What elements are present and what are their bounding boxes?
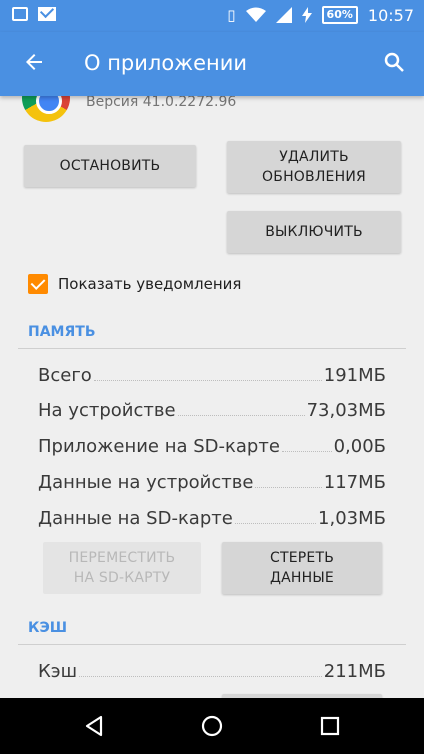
back-triangle-icon[interactable]: [82, 714, 106, 738]
app-header: Версия 41.0.2272.96: [0, 96, 424, 122]
clear-data-button[interactable]: СТЕРЕТЬ ДАННЫЕ: [222, 542, 382, 594]
cache-divider: [18, 644, 406, 645]
home-circle-icon[interactable]: [200, 714, 224, 738]
row-value: 117МБ: [323, 472, 386, 493]
row-value: 1,03МБ: [318, 508, 386, 529]
row-label: Всего: [38, 365, 92, 386]
app-bar: О приложении: [0, 32, 424, 96]
page-title: О приложении: [84, 51, 248, 75]
app-logo-icon: [22, 96, 70, 122]
show-notifications-row[interactable]: Показать уведомления: [28, 274, 241, 294]
vibrate-icon: ▯: [227, 6, 236, 24]
memory-section-header: ПАМЯТЬ: [28, 324, 96, 340]
signal-icon: [275, 7, 292, 23]
row-value: 73,03МБ: [306, 400, 386, 421]
cache-row-total: Кэш 211МБ: [38, 658, 386, 682]
charging-icon: [301, 7, 312, 23]
battery-indicator: 60%: [321, 6, 358, 24]
cache-section-header: КЭШ: [28, 620, 68, 636]
memory-row-total: Всего 191МБ: [38, 362, 386, 386]
wifi-icon: [245, 7, 266, 22]
show-notifications-label: Показать уведомления: [58, 275, 242, 293]
row-label: На устройстве: [38, 400, 176, 421]
memory-row-app-on-sd: Приложение на SD-карте 0,00Б: [38, 433, 386, 457]
back-arrow-icon[interactable]: [22, 50, 46, 74]
navigation-bar: [0, 698, 424, 754]
stop-button[interactable]: ОСТАНОВИТЬ: [24, 145, 196, 187]
row-value: 0,00Б: [333, 436, 386, 457]
image-icon: [12, 7, 28, 21]
search-icon[interactable]: [382, 50, 406, 74]
app-version: Версия 41.0.2272.96: [86, 96, 237, 110]
memory-row-data-on-sd: Данные на SD-карте 1,03МБ: [38, 505, 386, 529]
row-value: 191МБ: [323, 365, 386, 386]
app-info-content[interactable]: Версия 41.0.2272.96 ОСТАНОВИТЬ УДАЛИТЬ О…: [0, 96, 424, 698]
mail-icon: [38, 7, 56, 21]
row-label: Кэш: [38, 661, 78, 682]
memory-row-data-on-device: Данные на устройстве 117МБ: [38, 469, 386, 493]
move-to-sd-button[interactable]: ПЕРЕМЕСТИТЬ НА SD-КАРТУ: [43, 542, 201, 594]
uninstall-updates-button[interactable]: УДАЛИТЬ ОБНОВЛЕНИЯ: [227, 141, 401, 193]
row-label: Данные на SD-карте: [38, 508, 233, 529]
row-value: 211МБ: [323, 661, 386, 682]
row-label: Приложение на SD-карте: [38, 436, 280, 457]
status-bar: ▯ 60% 10:57: [0, 0, 424, 32]
show-notifications-checkbox[interactable]: [28, 274, 48, 294]
memory-row-on-device: На устройстве 73,03МБ: [38, 397, 386, 421]
row-label: Данные на устройстве: [38, 472, 254, 493]
recents-square-icon[interactable]: [318, 714, 342, 738]
memory-divider: [18, 348, 406, 349]
disable-button[interactable]: ВЫКЛЮЧИТЬ: [227, 211, 401, 253]
clock: 10:57: [367, 5, 414, 25]
